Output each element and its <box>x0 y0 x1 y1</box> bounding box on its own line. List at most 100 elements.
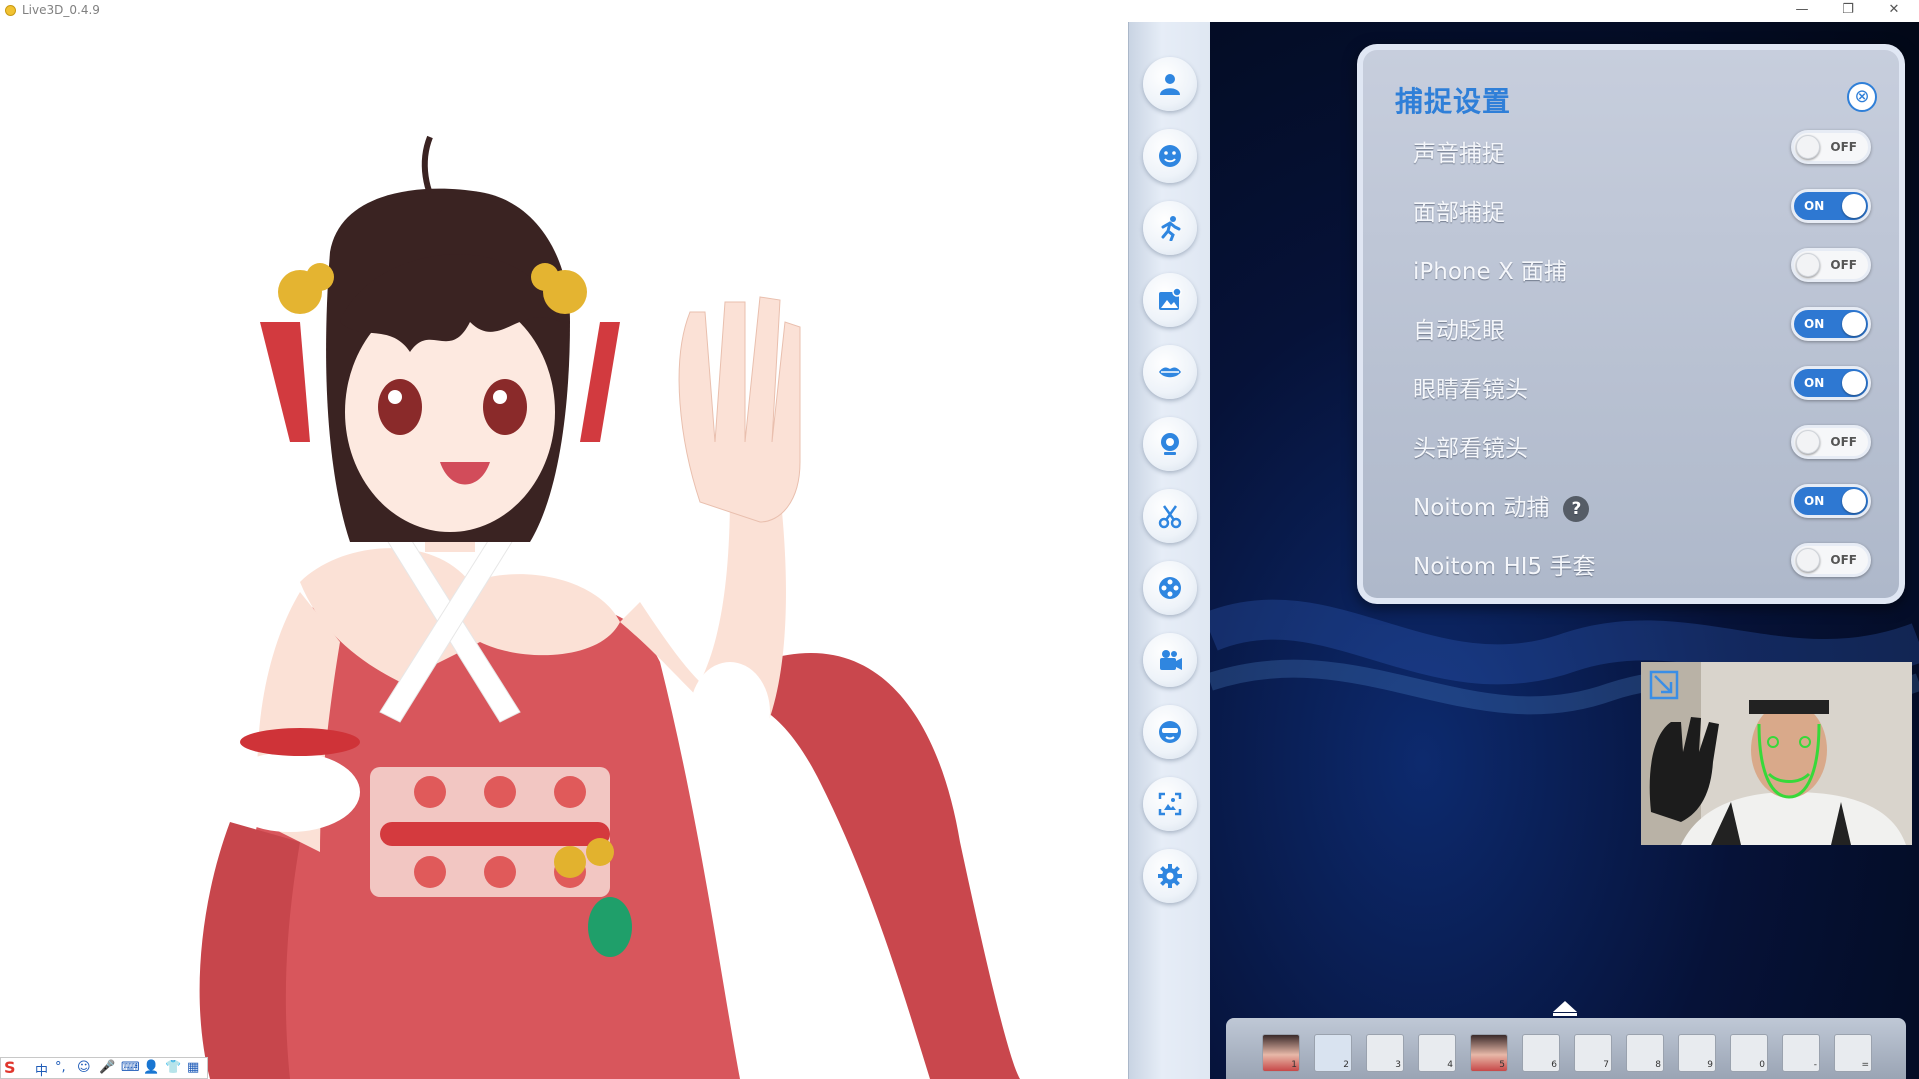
setting-label: 面部捕捉 <box>1413 200 1505 226</box>
screenshot-icon <box>1158 792 1182 816</box>
video-camera-button[interactable] <box>1143 633 1197 687</box>
webcam-icon <box>1161 433 1179 455</box>
screenshot-button[interactable] <box>1143 777 1197 831</box>
app-logo-icon <box>5 5 16 16</box>
setting-row: Noitom 动捕? ON <box>1413 480 1871 524</box>
expression-icon <box>1159 145 1181 167</box>
setting-label: 头部看镜头 <box>1413 436 1528 462</box>
toggle-state: OFF <box>1830 258 1857 272</box>
setting-row: 头部看镜头 OFF <box>1413 421 1871 465</box>
punctuation-toggle[interactable]: °, <box>55 1060 66 1075</box>
toggle-state: OFF <box>1830 553 1857 567</box>
face-mask-icon <box>1159 721 1181 743</box>
setting-row: 眼睛看镜头 ON <box>1413 362 1871 406</box>
toggle-knob <box>1842 489 1866 513</box>
skin-icon[interactable]: 👕 <box>165 1060 181 1075</box>
microphone-icon[interactable]: 🎤 <box>99 1060 115 1075</box>
emoji-icon[interactable]: ☺ <box>77 1060 91 1075</box>
close-window-button[interactable]: ✕ <box>1872 0 1916 22</box>
preset-slot[interactable]: 6 <box>1522 1034 1560 1072</box>
setting-toggle[interactable]: OFF <box>1791 425 1871 459</box>
setting-label: Noitom HI5 手套 <box>1413 554 1596 580</box>
slot-number: 9 <box>1707 1060 1713 1070</box>
setting-row: Noitom HI5 手套 OFF <box>1413 539 1871 583</box>
lips-button[interactable] <box>1143 345 1197 399</box>
webcam-button[interactable] <box>1143 417 1197 471</box>
slot-number: 0 <box>1759 1060 1765 1070</box>
preset-slot[interactable]: 1 <box>1262 1034 1300 1072</box>
title-bar: Live3D_0.4.9 — ❐ ✕ <box>0 0 1919 22</box>
expression-button[interactable] <box>1143 129 1197 183</box>
setting-label: 声音捕捉 <box>1413 141 1505 167</box>
background-button[interactable] <box>1143 273 1197 327</box>
toggle-state: OFF <box>1830 140 1857 154</box>
setting-toggle[interactable]: ON <box>1791 484 1871 518</box>
avatar-model <box>199 135 1020 1079</box>
video-camera-icon <box>1160 650 1182 670</box>
preset-slot[interactable]: 0 <box>1730 1034 1768 1072</box>
preset-slot[interactable]: = <box>1834 1034 1872 1072</box>
preset-slot[interactable]: 5 <box>1470 1034 1508 1072</box>
setting-toggle[interactable]: ON <box>1791 189 1871 223</box>
setting-toggle[interactable]: ON <box>1791 366 1871 400</box>
toggle-state: OFF <box>1830 435 1857 449</box>
preset-slot[interactable]: 8 <box>1626 1034 1664 1072</box>
tool-rail <box>1128 22 1211 1079</box>
setting-label: 自动眨眼 <box>1413 318 1505 344</box>
setting-label: iPhone X 面捕 <box>1413 259 1568 285</box>
setting-toggle[interactable]: OFF <box>1791 248 1871 282</box>
setting-toggle[interactable]: ON <box>1791 307 1871 341</box>
preset-slot[interactable]: 3 <box>1366 1034 1404 1072</box>
expand-up-icon[interactable] <box>1552 1000 1578 1016</box>
preset-slot[interactable]: - <box>1782 1034 1820 1072</box>
slot-number: 1 <box>1291 1060 1297 1070</box>
preset-slot[interactable]: 4 <box>1418 1034 1456 1072</box>
3d-viewport[interactable] <box>0 22 1128 1079</box>
keyboard-icon[interactable]: ⌨ <box>121 1060 140 1075</box>
apps-icon[interactable]: ▦ <box>187 1060 199 1075</box>
minimize-button[interactable]: — <box>1780 0 1824 22</box>
sogou-logo-icon[interactable]: S <box>4 1058 16 1077</box>
setting-row: 面部捕捉 ON <box>1413 185 1871 229</box>
preset-slot-bar: 1 2 3 4 5 6 7 8 9 0 - = <box>1226 1018 1906 1079</box>
close-icon[interactable]: ⊗ <box>1847 82 1877 112</box>
preset-slot[interactable]: 2 <box>1314 1034 1352 1072</box>
preset-slot[interactable]: 7 <box>1574 1034 1612 1072</box>
setting-row: 声音捕捉 OFF <box>1413 126 1871 170</box>
user-icon[interactable]: 👤 <box>143 1060 159 1075</box>
slot-number: - <box>1813 1060 1817 1070</box>
film-reel-button[interactable] <box>1143 561 1197 615</box>
motion-button[interactable] <box>1143 201 1197 255</box>
motion-icon <box>1161 216 1181 241</box>
face-mask-button[interactable] <box>1143 705 1197 759</box>
toggle-knob <box>1796 430 1820 454</box>
setting-toggle[interactable]: OFF <box>1791 130 1871 164</box>
slot-number: 6 <box>1551 1060 1557 1070</box>
window-title: Live3D_0.4.9 <box>22 3 100 17</box>
scissors-button[interactable] <box>1143 489 1197 543</box>
slot-number: = <box>1861 1060 1869 1070</box>
toggle-state: ON <box>1804 199 1825 213</box>
setting-toggle[interactable]: OFF <box>1791 543 1871 577</box>
toggle-knob <box>1796 135 1820 159</box>
restore-button[interactable]: ❐ <box>1826 0 1870 22</box>
expand-icon[interactable] <box>1649 670 1679 700</box>
input-method-toolbar: S 中 °, ☺ 🎤 ⌨ 👤 👕 ▦ <box>0 1057 208 1079</box>
setting-label: 眼睛看镜头 <box>1413 377 1528 403</box>
camera-preview[interactable] <box>1641 662 1912 845</box>
slot-number: 8 <box>1655 1060 1661 1070</box>
settings-button[interactable] <box>1143 849 1197 903</box>
setting-label: Noitom 动捕? <box>1413 488 1590 522</box>
preset-slot[interactable]: 9 <box>1678 1034 1716 1072</box>
slot-number: 7 <box>1603 1060 1609 1070</box>
help-icon[interactable]: ? <box>1563 495 1590 522</box>
lips-icon <box>1159 367 1181 378</box>
slot-number: 2 <box>1343 1060 1349 1070</box>
toggle-state: ON <box>1804 317 1825 331</box>
language-toggle[interactable]: 中 <box>35 1060 48 1079</box>
toggle-knob <box>1796 548 1820 572</box>
character-button[interactable] <box>1143 57 1197 111</box>
webcam-feed <box>1641 662 1912 845</box>
settings-icon <box>1158 864 1182 888</box>
toggle-knob <box>1842 194 1866 218</box>
